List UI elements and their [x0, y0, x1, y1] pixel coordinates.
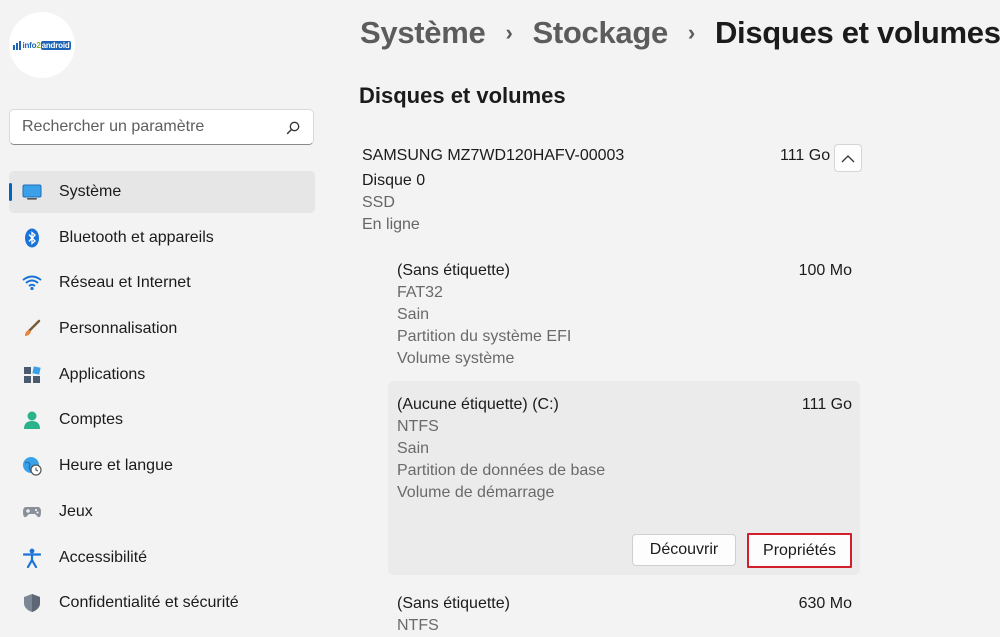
volume-health: Sain: [397, 440, 430, 457]
search-icon[interactable]: [285, 120, 301, 136]
shield-icon: [22, 593, 42, 613]
search-box[interactable]: [9, 109, 314, 145]
sidebar-item-personnalisation[interactable]: Personnalisation: [9, 308, 315, 350]
disk-size: 111 Go: [780, 147, 831, 164]
sidebar-item-label: Réseau et Internet: [59, 274, 191, 292]
breadcrumb-separator: ›: [505, 20, 513, 45]
disk-card: SAMSUNG MZ7WD120HAFV-00003 111 Go Disque…: [345, 130, 865, 250]
volume-size: 111 Go: [801, 396, 852, 413]
collapse-button[interactable]: [834, 144, 862, 172]
sidebar-item-bluetooth[interactable]: Bluetooth et appareils: [9, 217, 315, 259]
disk-type: SSD: [362, 194, 395, 211]
sidebar-item-systeme[interactable]: Système: [9, 171, 315, 213]
sidebar-item-applications[interactable]: Applications: [9, 354, 315, 396]
section-title: Disques et volumes: [359, 83, 566, 108]
sidebar-item-accessibilite[interactable]: Accessibilité: [9, 537, 315, 579]
person-icon: [22, 410, 42, 430]
sidebar-item-comptes[interactable]: Comptes: [9, 399, 315, 441]
disk-number: Disque 0: [362, 172, 426, 189]
user-avatar[interactable]: info2android: [9, 12, 75, 78]
breadcrumb-item-stockage[interactable]: Stockage: [532, 15, 668, 51]
sidebar-item-reseau[interactable]: Réseau et Internet: [9, 262, 315, 304]
sidebar-nav: Système Bluetooth et appareils Réseau et…: [9, 171, 315, 628]
chevron-up-icon: [841, 154, 855, 162]
sidebar-item-label: Bluetooth et appareils: [59, 228, 214, 246]
properties-button[interactable]: Propriétés: [747, 533, 852, 568]
logo-bars-icon: [13, 40, 22, 50]
sidebar-item-jeux[interactable]: Jeux: [9, 491, 315, 533]
volume-filesystem: NTFS: [397, 418, 439, 435]
volume-item-selected[interactable]: (Aucune étiquette) (C:) 111 Go NTFS Sain…: [388, 381, 860, 575]
volume-role: Volume système: [397, 350, 515, 367]
volume-role: Volume de démarrage: [397, 484, 555, 501]
sidebar-item-label: Confidentialité et sécurité: [59, 594, 239, 612]
gamepad-icon: [22, 502, 42, 522]
breadcrumb-item-current: Disques et volumes: [714, 15, 1000, 50]
volume-name: (Sans étiquette): [397, 262, 510, 279]
search-input[interactable]: [10, 110, 280, 144]
volume-filesystem: FAT32: [397, 284, 443, 301]
volume-health: Sain: [397, 306, 430, 323]
sidebar-item-label: Heure et langue: [59, 457, 173, 475]
explore-button[interactable]: Découvrir: [632, 534, 736, 566]
volume-partition-type: Partition de données de base: [397, 462, 606, 479]
volume-name: (Aucune étiquette) (C:): [397, 396, 559, 413]
apps-icon: [22, 365, 42, 385]
sidebar-item-heure-langue[interactable]: Heure et langue: [9, 445, 315, 487]
sidebar-item-label: Personnalisation: [59, 320, 178, 338]
volume-size: 630 Mo: [798, 595, 852, 612]
sidebar-item-confidentialite[interactable]: Confidentialité et sécurité: [9, 582, 315, 624]
sidebar-item-label: Applications: [59, 365, 146, 383]
breadcrumb-item-systeme[interactable]: Système: [360, 15, 486, 51]
bluetooth-icon: [22, 228, 42, 248]
site-logo: info2android: [13, 40, 71, 50]
sidebar-item-label: Jeux: [59, 502, 93, 520]
disk-name: SAMSUNG MZ7WD120HAFV-00003: [362, 147, 625, 164]
globe-clock-icon: [22, 456, 42, 476]
sidebar-item-label: Comptes: [59, 411, 124, 429]
logo-text: info2android: [22, 40, 71, 50]
volume-item[interactable]: (Sans étiquette) 100 Mo FAT32 Sain Parti…: [388, 250, 860, 378]
brush-icon: [22, 319, 42, 339]
accessibility-icon: [22, 548, 42, 568]
breadcrumb: Système › Stockage › Disques et volumes: [360, 10, 1000, 56]
wifi-icon: [22, 273, 42, 293]
volume-size: 100 Mo: [798, 262, 852, 279]
monitor-icon: [22, 182, 42, 202]
volume-item[interactable]: (Sans étiquette) 630 Mo NTFS: [388, 583, 860, 637]
volume-partition-type: Partition du système EFI: [397, 328, 572, 345]
sidebar-item-label: Accessibilité: [59, 548, 148, 566]
sidebar-item-label: Système: [59, 183, 122, 200]
volume-name: (Sans étiquette): [397, 595, 510, 612]
breadcrumb-separator: ›: [687, 20, 695, 45]
disk-status: En ligne: [362, 216, 420, 233]
volume-filesystem: NTFS: [397, 617, 439, 634]
